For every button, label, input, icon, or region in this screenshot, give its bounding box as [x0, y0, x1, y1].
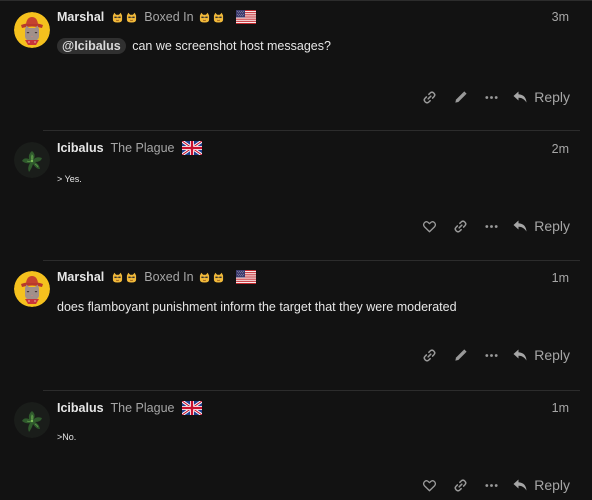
username[interactable]: Marshal [57, 270, 104, 284]
reply-button[interactable]: Reply [512, 89, 570, 105]
more-button[interactable] [476, 85, 507, 109]
post-content: @Icibalus can we screenshot host message… [57, 38, 331, 54]
post-meta: Icibalus The Plague [57, 399, 202, 417]
reply-icon [512, 477, 528, 493]
cat-emoji-icon [112, 12, 123, 23]
cat-emoji-icon [199, 12, 210, 23]
like-button[interactable] [414, 473, 445, 497]
title-emojis [199, 12, 224, 23]
cat-emoji-icon [126, 12, 137, 23]
copy-link-button[interactable] [414, 85, 445, 109]
post: Marshal Boxed In 1m does flamboyant puni… [0, 260, 592, 391]
topic-thread: Marshal Boxed In 3m @Icibalus can we scr… [0, 0, 592, 500]
reply-icon [512, 218, 528, 234]
post-actions: Reply [414, 343, 570, 367]
reply-button[interactable]: Reply [512, 218, 570, 234]
copy-link-button[interactable] [445, 473, 476, 497]
username[interactable]: Icibalus [57, 141, 104, 155]
post-meta: Marshal Boxed In [57, 268, 256, 286]
copy-link-button[interactable] [414, 343, 445, 367]
more-icon [484, 90, 499, 105]
post-content: does flamboyant punishment inform the ta… [57, 300, 457, 314]
title-emojis [199, 272, 224, 283]
post-content: >No. [57, 432, 76, 442]
post-text: can we screenshot host messages? [132, 39, 331, 53]
reply-label: Reply [534, 218, 570, 234]
pencil-icon [453, 348, 468, 363]
us-flag-icon [236, 270, 256, 284]
heart-icon [422, 478, 437, 493]
cat-emoji-icon [112, 272, 123, 283]
cat-emoji-icon [126, 272, 137, 283]
post-content: > Yes. [57, 174, 82, 184]
reply-label: Reply [534, 89, 570, 105]
username-emojis [112, 272, 137, 283]
post-meta: Marshal Boxed In [57, 8, 256, 26]
post-actions: Reply [414, 473, 570, 497]
us-flag-icon [236, 10, 256, 24]
post-actions: Reply [414, 85, 570, 109]
more-icon [484, 219, 499, 234]
post-time[interactable]: 2m [552, 142, 569, 156]
cat-emoji-icon [199, 272, 210, 283]
post: Marshal Boxed In 3m @Icibalus can we scr… [0, 0, 592, 131]
reply-button[interactable]: Reply [512, 347, 570, 363]
cat-emoji-icon [213, 272, 224, 283]
post-text: >No. [57, 432, 77, 442]
uk-flag-icon [182, 141, 202, 155]
user-title: Boxed In [144, 10, 194, 24]
user-title: Boxed In [144, 270, 194, 284]
post-actions: Reply [414, 214, 570, 238]
copy-link-button[interactable] [445, 214, 476, 238]
reply-label: Reply [534, 477, 570, 493]
edit-button[interactable] [445, 85, 476, 109]
more-button[interactable] [476, 214, 507, 238]
avatar[interactable] [14, 12, 50, 48]
post-time[interactable]: 1m [552, 271, 569, 285]
cat-emoji-icon [213, 12, 224, 23]
user-title: The Plague [110, 401, 175, 415]
uk-flag-icon [182, 401, 202, 415]
more-icon [484, 478, 499, 493]
avatar[interactable] [14, 402, 50, 438]
username-emojis [112, 12, 137, 23]
username[interactable]: Icibalus [57, 401, 104, 415]
post-time[interactable]: 3m [552, 10, 569, 24]
avatar[interactable] [14, 142, 50, 178]
post-text: > Yes. [57, 174, 82, 184]
like-button[interactable] [414, 214, 445, 238]
post: Icibalus The Plague 2m > Yes. Reply [0, 130, 592, 261]
avatar[interactable] [14, 271, 50, 307]
link-icon [453, 219, 468, 234]
more-icon [484, 348, 499, 363]
reply-button[interactable]: Reply [512, 477, 570, 493]
mention-link[interactable]: @Icibalus [57, 38, 126, 54]
more-button[interactable] [476, 473, 507, 497]
link-icon [453, 478, 468, 493]
reply-icon [512, 89, 528, 105]
reply-label: Reply [534, 347, 570, 363]
more-button[interactable] [476, 343, 507, 367]
user-title: The Plague [110, 141, 175, 155]
reply-icon [512, 347, 528, 363]
post-time[interactable]: 1m [552, 401, 569, 415]
post-meta: Icibalus The Plague [57, 139, 202, 157]
pencil-icon [453, 90, 468, 105]
edit-button[interactable] [445, 343, 476, 367]
link-icon [422, 348, 437, 363]
heart-icon [422, 219, 437, 234]
link-icon [422, 90, 437, 105]
username[interactable]: Marshal [57, 10, 104, 24]
post-text: does flamboyant punishment inform the ta… [57, 300, 457, 314]
post: Icibalus The Plague 1m >No. Reply [0, 390, 592, 500]
